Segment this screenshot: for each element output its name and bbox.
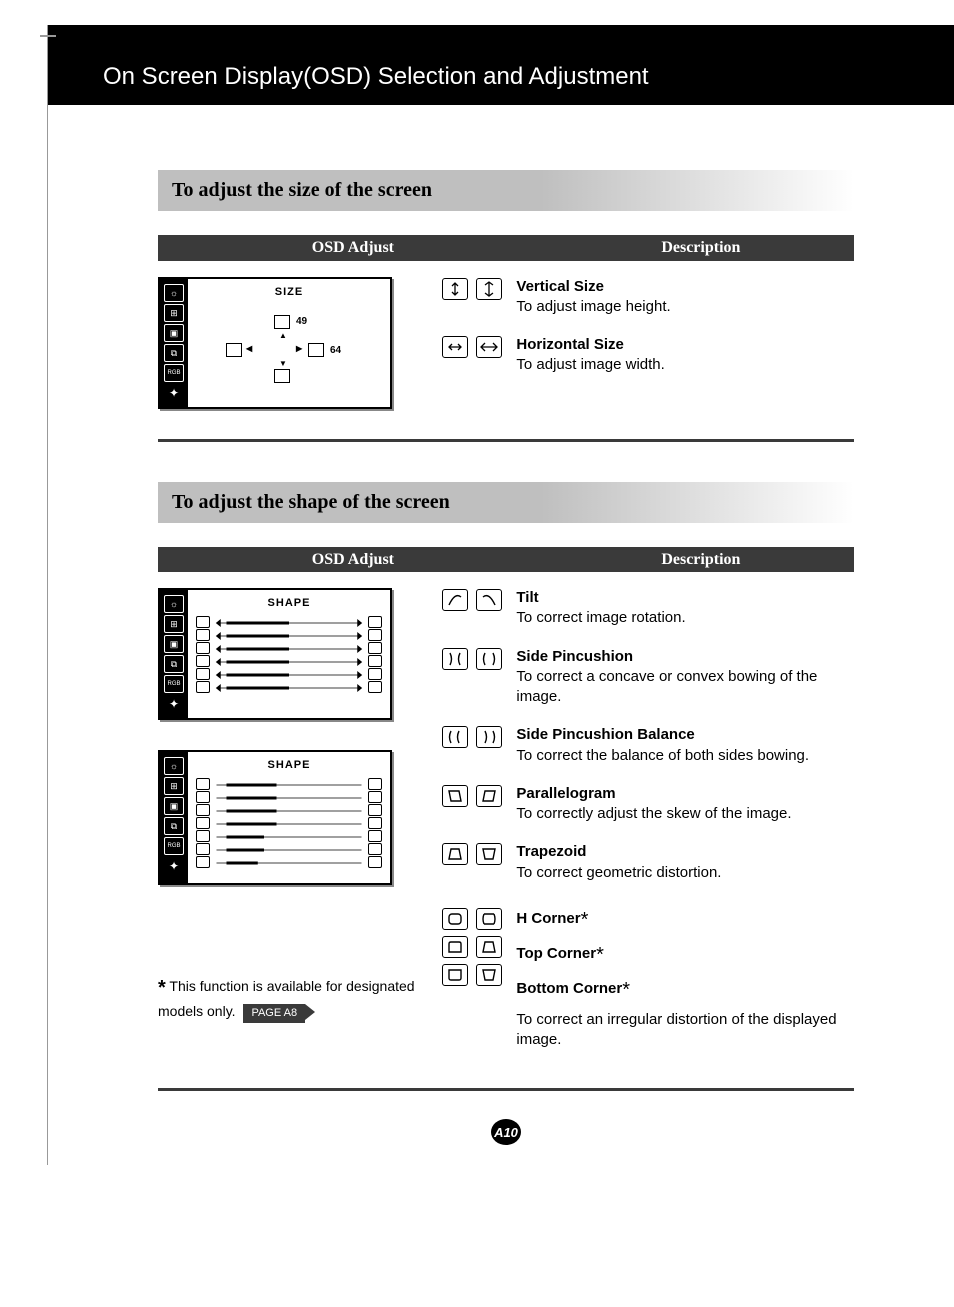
osd-shape-screenshot-2: ☼ ⊞ ▣ ⧉ RGB ✦ SHAPE bbox=[158, 750, 392, 885]
hcorner-b-icon bbox=[476, 908, 502, 930]
section-size-title: To adjust the size of the screen bbox=[158, 170, 854, 211]
pincushion-out-icon bbox=[476, 648, 502, 670]
footnote: * This function is available for designa… bbox=[158, 975, 426, 1023]
osd-sidebar: ☼ ⊞ ▣ ⧉ RGB ✦ bbox=[160, 279, 188, 407]
page-number-badge: A10 bbox=[491, 1119, 521, 1145]
column-header: OSD Adjust Description bbox=[158, 547, 854, 573]
right-arrow-icon: ▶ bbox=[296, 344, 302, 355]
hsize-value: 64 bbox=[330, 344, 341, 358]
column-header: OSD Adjust Description bbox=[158, 235, 854, 261]
page-header: On Screen Display(OSD) Selection and Adj… bbox=[48, 25, 954, 105]
section-shape-title: To adjust the shape of the screen bbox=[158, 482, 854, 523]
osd-shape-screenshot-1: ☼ ⊞ ▣ ⧉ RGB ✦ SHAPE bbox=[158, 588, 392, 720]
hsize-shrink-icon bbox=[442, 336, 468, 358]
item-body: To adjust image height. bbox=[516, 298, 670, 315]
desc-trapezoid: Trapezoid To correct geometric distortio… bbox=[442, 842, 854, 883]
page-number: A10 bbox=[158, 1119, 854, 1145]
item-title: Tilt bbox=[516, 589, 538, 606]
shape-icon: ⧉ bbox=[164, 655, 184, 673]
shape-icon: ⧉ bbox=[164, 344, 184, 362]
col-osd-adjust: OSD Adjust bbox=[158, 237, 548, 259]
rgb-icon: RGB bbox=[164, 364, 184, 382]
size-icon: ▣ bbox=[164, 635, 184, 653]
position-icon: ⊞ bbox=[164, 615, 184, 633]
brightness-icon: ☼ bbox=[164, 595, 184, 613]
item-body: To correct geometric distortion. bbox=[516, 864, 721, 881]
item-title: Vertical Size bbox=[516, 278, 604, 295]
page-title: On Screen Display(OSD) Selection and Adj… bbox=[103, 61, 649, 93]
reset-icon: ✦ bbox=[164, 857, 184, 875]
osd-title: SHAPE bbox=[196, 758, 382, 773]
bottomcorner-b-icon bbox=[476, 964, 502, 986]
reset-icon: ✦ bbox=[164, 695, 184, 713]
item-title: Side Pincushion bbox=[516, 648, 633, 665]
col-description: Description bbox=[548, 549, 854, 571]
desc-pincushion-balance: Side Pincushion Balance To correct the b… bbox=[442, 725, 854, 766]
item-body: To correct an irregular distortion of th… bbox=[516, 1010, 854, 1051]
tilt-right-icon bbox=[476, 589, 502, 611]
osd-size-screenshot: ☼ ⊞ ▣ ⧉ RGB ✦ SIZE 49 ▲ bbox=[158, 277, 392, 409]
rgb-icon: RGB bbox=[164, 675, 184, 693]
vsize-shrink-icon bbox=[442, 278, 468, 300]
vsize-large-icon bbox=[274, 369, 290, 383]
item-body: To adjust image width. bbox=[516, 356, 664, 373]
shape-icon: ⧉ bbox=[164, 817, 184, 835]
item-title: Bottom Corner bbox=[516, 980, 622, 997]
desc-parallelogram: Parallelogram To correctly adjust the sk… bbox=[442, 784, 854, 825]
position-icon: ⊞ bbox=[164, 777, 184, 795]
hsize-right-icon bbox=[308, 343, 324, 357]
item-title: Top Corner bbox=[516, 945, 596, 962]
size-icon: ▣ bbox=[164, 797, 184, 815]
col-osd-adjust: OSD Adjust bbox=[158, 549, 548, 571]
vsize-expand-icon bbox=[476, 278, 502, 300]
item-title: Parallelogram bbox=[516, 785, 615, 802]
item-body: To correct image rotation. bbox=[516, 609, 685, 626]
osd-title: SIZE bbox=[196, 285, 382, 300]
rgb-icon: RGB bbox=[164, 837, 184, 855]
item-body: To correct a concave or convex bowing of… bbox=[516, 668, 817, 705]
position-icon: ⊞ bbox=[164, 304, 184, 322]
up-arrow-icon: ▲ bbox=[279, 331, 287, 342]
topcorner-b-icon bbox=[476, 936, 502, 958]
topcorner-a-icon bbox=[442, 936, 468, 958]
item-title: Side Pincushion Balance bbox=[516, 726, 694, 743]
bottomcorner-a-icon bbox=[442, 964, 468, 986]
desc-vertical-size: Vertical Size To adjust image height. bbox=[442, 277, 854, 318]
trapezoid-bottom-icon bbox=[476, 843, 502, 865]
page-reference-tag: PAGE A8 bbox=[243, 1004, 305, 1023]
item-title: H Corner bbox=[516, 910, 580, 927]
pin-balance-left-icon bbox=[442, 726, 468, 748]
item-title: Horizontal Size bbox=[516, 336, 624, 353]
star-marker: * bbox=[158, 977, 166, 999]
trapezoid-top-icon bbox=[442, 843, 468, 865]
item-body: To correctly adjust the skew of the imag… bbox=[516, 805, 791, 822]
tilt-left-icon bbox=[442, 589, 468, 611]
divider bbox=[158, 1088, 854, 1091]
reset-icon: ✦ bbox=[164, 384, 184, 402]
vsize-value: 49 bbox=[296, 315, 307, 329]
desc-horizontal-size: Horizontal Size To adjust image width. bbox=[442, 335, 854, 376]
hcorner-a-icon bbox=[442, 908, 468, 930]
pincushion-in-icon bbox=[442, 648, 468, 670]
desc-tilt: Tilt To correct image rotation. bbox=[442, 588, 854, 629]
brightness-icon: ☼ bbox=[164, 757, 184, 775]
osd-title: SHAPE bbox=[196, 596, 382, 611]
parallelogram-left-icon bbox=[442, 785, 468, 807]
size-icon: ▣ bbox=[164, 324, 184, 342]
hsize-expand-icon bbox=[476, 336, 502, 358]
item-title: Trapezoid bbox=[516, 843, 586, 860]
hsize-left-icon bbox=[226, 343, 242, 357]
vsize-small-icon bbox=[274, 315, 290, 329]
left-arrow-icon: ◀ bbox=[246, 344, 252, 355]
divider bbox=[158, 439, 854, 442]
desc-side-pincushion: Side Pincushion To correct a concave or … bbox=[442, 647, 854, 708]
col-description: Description bbox=[548, 237, 854, 259]
parallelogram-right-icon bbox=[476, 785, 502, 807]
pin-balance-right-icon bbox=[476, 726, 502, 748]
item-body: To correct the balance of both sides bow… bbox=[516, 747, 809, 764]
brightness-icon: ☼ bbox=[164, 284, 184, 302]
desc-corners: H Corner* Top Corner* Bottom Corner* To … bbox=[442, 907, 854, 1051]
